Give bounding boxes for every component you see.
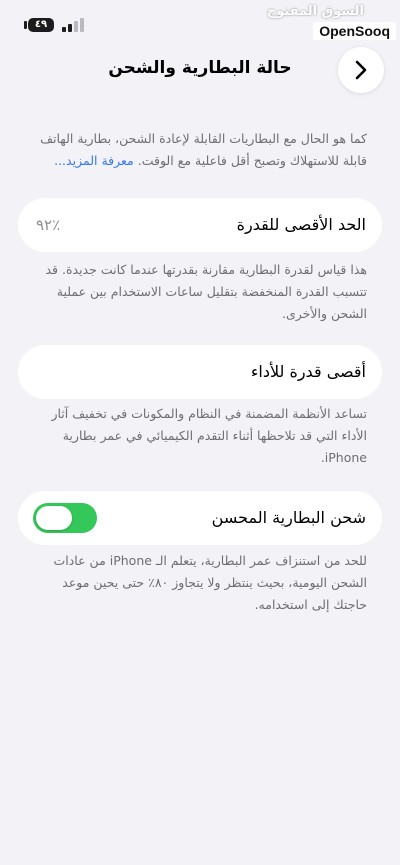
peak-performance-row[interactable]: أقصى قدرة للأداء (18, 345, 382, 399)
peak-performance-label: أقصى قدرة للأداء (250, 362, 366, 381)
intro-description: كما هو الحال مع البطاريات القابلة لإعادة… (29, 128, 367, 172)
status-bar: ٤٩ السوق المفتوح OpenSooq (0, 0, 400, 40)
peak-performance-description: تساعد الأنظمة المضمنة في النظام والمكونا… (51, 406, 367, 465)
watermark-arabic: السوق المفتوح (266, 4, 364, 19)
max-capacity-description: هذا قياس لقدرة البطارية مقارنة بقدرتها ع… (45, 262, 367, 321)
watermark-brand: OpenSooq (313, 22, 396, 40)
signal-icon (62, 18, 84, 32)
max-capacity-value: ٪٩٢ (36, 216, 61, 234)
optimized-charging-description: للحد من استنزاف عمر البطارية، يتعلم الـ … (53, 553, 368, 612)
max-capacity-row: الحد الأقصى للقدرة ٪٩٢ (18, 198, 382, 252)
battery-tip (24, 21, 27, 29)
optimized-charging-row: شحن البطارية المحسن (18, 491, 382, 545)
learn-more-link[interactable]: معرفة المزيد... (54, 153, 134, 168)
page-title: حالة البطارية والشحن (108, 58, 292, 78)
optimized-charging-label: شحن البطارية المحسن (211, 508, 366, 527)
max-capacity-label: الحد الأقصى للقدرة (236, 215, 366, 234)
battery-icon: ٤٩ (28, 18, 54, 32)
optimized-charging-toggle[interactable] (33, 503, 97, 533)
toggle-knob (36, 506, 72, 530)
